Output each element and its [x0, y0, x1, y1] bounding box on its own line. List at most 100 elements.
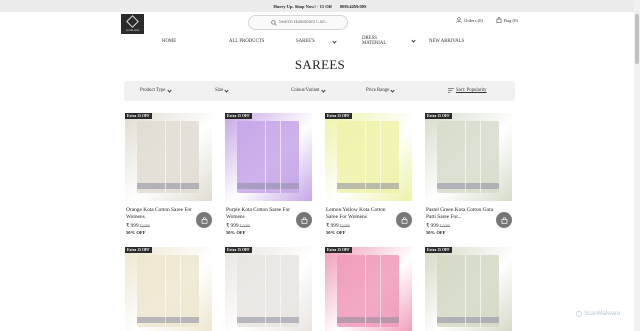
nav-item-home[interactable]: HOME: [162, 39, 176, 44]
mrp-price: ₹2,000: [239, 224, 250, 228]
product-price: ₹999 ₹2,000: [426, 223, 450, 229]
product-image[interactable]: Extra 15 OFF: [125, 247, 212, 331]
orders-link[interactable]: Orders (0): [456, 17, 483, 23]
search-box[interactable]: [248, 15, 348, 30]
product-name[interactable]: Pastel Green Kota Cotton Gota Patti Sare…: [426, 207, 494, 220]
page-title: SAREES: [294, 57, 346, 72]
main-nav: HOME ALL PRODUCTS SAREE'S DRESS MATERIAL…: [0, 36, 634, 50]
shield-icon: [576, 311, 582, 317]
saree-pleat: [365, 255, 366, 327]
chevron-down-icon: [332, 38, 337, 44]
cart-icon: [401, 216, 407, 224]
sale-price: 999: [230, 223, 239, 229]
discount-badge: Extra 15 OFF: [125, 113, 152, 119]
bag-label: Bag (0): [504, 17, 518, 23]
nav-item-dress-material[interactable]: DRESS MATERIAL: [362, 36, 416, 46]
product-image[interactable]: Extra 15 OFF: [225, 113, 312, 201]
saree-pleat: [465, 121, 466, 193]
bag-icon: [496, 17, 502, 23]
saree-pleat: [165, 255, 166, 327]
mrp-value: 2,000: [141, 224, 150, 228]
mrp-value: 2,000: [341, 224, 350, 228]
saree-pleat: [480, 121, 481, 193]
nav-label: NEW ARRIVALS: [429, 39, 465, 44]
chevron-down-icon: [411, 38, 416, 43]
add-to-cart-button[interactable]: [396, 212, 412, 228]
product-image[interactable]: Extra 15 OFF: [125, 113, 212, 201]
scrollbar[interactable]: [634, 0, 640, 331]
product-price: ₹999 ₹2,000: [226, 223, 250, 229]
nav-item-new-arrivals[interactable]: NEW ARRIVALS: [429, 39, 464, 44]
product-name[interactable]: Lemon Yellow Kota Cotton Saree For Women…: [326, 207, 394, 220]
saree-border: [137, 317, 199, 323]
discount-badge: Extra 15 OFF: [325, 113, 352, 119]
sort-label: Sort: Popularity: [456, 88, 487, 93]
saree-border: [137, 183, 199, 189]
rupee-icon: ₹: [226, 223, 230, 229]
product-image[interactable]: Extra 15 OFF: [425, 247, 512, 331]
nav-label: HOME: [162, 39, 177, 44]
mrp-price: ₹2,000: [339, 224, 350, 228]
nav-item-sarees[interactable]: SAREE'S: [296, 38, 337, 44]
user-icon: [456, 17, 462, 23]
chevron-down-icon: [166, 87, 172, 93]
promo-text: Hurry Up. Shop Now! - 15 Off: [273, 3, 332, 9]
filter-price[interactable]: Price Range: [366, 87, 395, 93]
discount-badge: Extra 15 OFF: [225, 247, 252, 253]
chevron-down-icon: [224, 87, 229, 93]
discount-percent: 50% OFF: [426, 230, 446, 235]
filter-product-type[interactable]: Product Type: [140, 87, 172, 93]
saree-border: [437, 183, 499, 189]
saree-pleat: [480, 255, 481, 327]
sort-dropdown[interactable]: Sort: Popularity: [448, 88, 487, 93]
rupee-icon: ₹: [326, 223, 330, 229]
rupee-icon: ₹: [126, 223, 130, 229]
cart-icon: [301, 216, 307, 224]
watermark-text: ScanMalware: [584, 311, 621, 317]
mrp-value: 2,000: [241, 224, 250, 228]
nav-label: DRESS MATERIAL: [362, 36, 387, 46]
product-price: ₹999 ₹2,000: [126, 223, 150, 229]
discount-badge: Extra 15 OFF: [425, 247, 452, 253]
product-image[interactable]: Extra 15 OFF: [325, 247, 412, 331]
discount-percent: 50% OFF: [126, 230, 146, 235]
product-name[interactable]: Orange Kota Cotton Saree For Womens: [126, 207, 194, 220]
product-image[interactable]: Extra 15 OFF: [425, 113, 512, 201]
product-image[interactable]: Extra 15 OFF: [325, 113, 412, 201]
search-input[interactable]: [279, 20, 347, 25]
saree-pleat: [365, 121, 366, 193]
discount-badge: Extra 15 OFF: [125, 247, 152, 253]
nav-label: SAREE'S: [296, 39, 315, 44]
discount-percent: 50% OFF: [226, 230, 246, 235]
saree-pleat: [180, 121, 181, 193]
saree-border: [237, 317, 299, 323]
logo-mark-icon: [126, 15, 139, 28]
filter-label: Size: [215, 88, 224, 93]
brand-logo[interactable]: HANDLOOM: [121, 14, 144, 34]
saree-border: [437, 317, 499, 323]
rupee-icon: ₹: [426, 223, 430, 229]
saree-pleat: [180, 255, 181, 327]
chevron-down-icon: [320, 87, 326, 93]
nav-item-all-products[interactable]: ALL PRODUCTS: [229, 39, 264, 44]
filter-size[interactable]: Size: [215, 87, 229, 93]
add-to-cart-button[interactable]: [196, 212, 212, 228]
saree-pleat: [465, 255, 466, 327]
product-name[interactable]: Purple Kota Cotton Saree For Womens: [226, 207, 294, 220]
saree-border: [337, 183, 399, 189]
saree-pleat: [280, 121, 281, 193]
cart-icon: [201, 216, 207, 224]
add-to-cart-button[interactable]: [296, 212, 312, 228]
bag-link[interactable]: Bag (0): [496, 17, 518, 23]
countdown-timer: 00H:44M:00S: [339, 3, 367, 9]
discount-badge: Extra 15 OFF: [225, 113, 252, 119]
discount-percent: 50% OFF: [326, 230, 346, 235]
site-header: HANDLOOM Orders (0) Bag (0): [0, 12, 634, 34]
product-image[interactable]: Extra 15 OFF: [225, 247, 312, 331]
add-to-cart-button[interactable]: [496, 212, 512, 228]
filter-label: Product Type: [140, 88, 166, 93]
saree-border: [337, 317, 399, 323]
filter-colour[interactable]: Colour/Variant: [291, 87, 326, 93]
chevron-down-icon: [390, 87, 395, 93]
mrp-value: 2,000: [441, 224, 450, 228]
